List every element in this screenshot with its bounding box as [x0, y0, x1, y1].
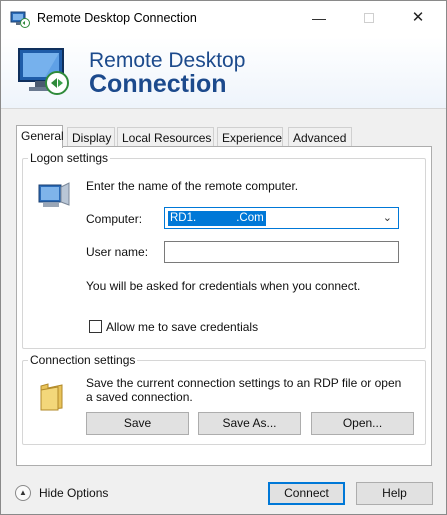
tab-display[interactable]: Display [67, 127, 115, 147]
tab-panel-general: Logon settings Enter the name of the rem… [16, 146, 432, 466]
open-button[interactable]: Open... [311, 412, 414, 435]
maximize-button[interactable] [357, 7, 381, 29]
title-bar: Remote Desktop Connection — ✕ [1, 1, 446, 37]
computer-icon [38, 182, 70, 207]
connect-button[interactable]: Connect [268, 482, 345, 505]
rdp-monitor-icon [10, 11, 30, 28]
logon-settings-group: Logon settings Enter the name of the rem… [22, 151, 426, 349]
computer-combobox[interactable]: RD1. .Com ⌄ [164, 207, 399, 229]
connection-settings-group: Connection settings Save the current con… [22, 353, 426, 445]
tab-advanced[interactable]: Advanced [288, 127, 352, 147]
username-input[interactable] [164, 241, 399, 263]
folder-icon [40, 383, 63, 411]
computer-label: Computer: [86, 212, 143, 226]
tab-experience[interactable]: Experience [217, 127, 283, 147]
help-button[interactable]: Help [356, 482, 433, 505]
chevron-down-icon[interactable]: ⌄ [383, 211, 392, 224]
close-button[interactable]: ✕ [406, 7, 430, 29]
window-title: Remote Desktop Connection [37, 11, 197, 25]
tab-general[interactable]: General [16, 125, 64, 148]
minimize-button[interactable]: — [307, 7, 331, 29]
banner: Remote Desktop Connection [1, 37, 446, 109]
save-as-button[interactable]: Save As... [198, 412, 301, 435]
tab-local-resources[interactable]: Local Resources [117, 127, 214, 147]
connection-settings-legend: Connection settings [30, 353, 136, 367]
banner-title-line2: Connection [89, 70, 227, 98]
save-credentials-checkbox[interactable] [89, 320, 102, 333]
computer-value: RD1. .Com [168, 211, 266, 226]
credentials-note: You will be asked for credentials when y… [86, 279, 361, 293]
save-button[interactable]: Save [86, 412, 189, 435]
rdc-window: Remote Desktop Connection — ✕ Remote Des… [0, 0, 447, 515]
logon-instruction: Enter the name of the remote computer. [86, 179, 299, 193]
save-credentials-label[interactable]: Allow me to save credentials [106, 320, 258, 334]
logon-settings-legend: Logon settings [30, 151, 109, 165]
chevron-up-circle-icon[interactable]: ▲ [15, 485, 31, 501]
username-label: User name: [86, 245, 149, 259]
connection-description: Save the current connection settings to … [86, 376, 402, 404]
hide-options-label[interactable]: Hide Options [39, 486, 108, 500]
rdp-monitor-large-icon [18, 48, 69, 95]
